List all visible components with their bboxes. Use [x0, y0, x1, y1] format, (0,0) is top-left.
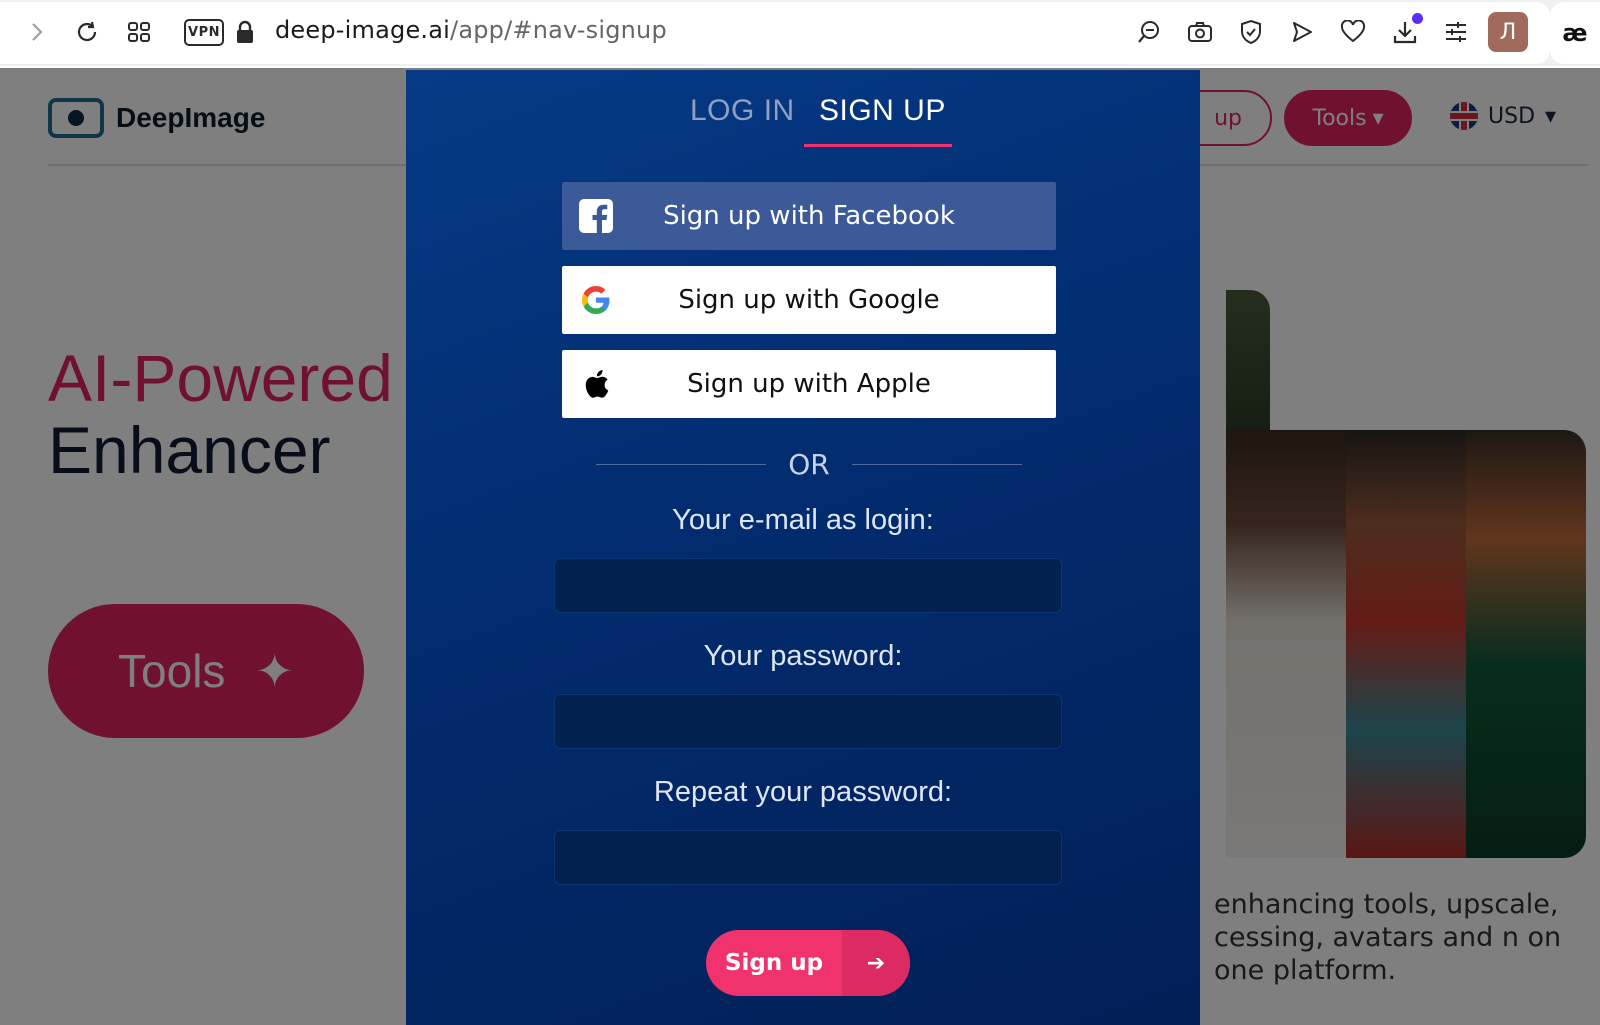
search-page-icon[interactable] — [1134, 17, 1164, 47]
google-icon — [578, 282, 614, 318]
reload-icon[interactable] — [72, 17, 102, 47]
shield-icon[interactable] — [1236, 17, 1266, 47]
forward-icon[interactable] — [22, 17, 52, 47]
url-host: deep-image.ai — [275, 16, 451, 44]
apple-signup-button[interactable]: Sign up with Apple — [562, 350, 1056, 418]
facebook-icon — [578, 198, 614, 234]
browser-toolbar: VPN deep-image.ai/app/#nav-signup Л æ — [0, 0, 1600, 66]
or-line-left — [596, 464, 767, 465]
email-label: Your e-mail as login: — [672, 504, 934, 536]
repeat-password-field[interactable] — [554, 830, 1062, 885]
download-badge-dot — [1412, 13, 1423, 24]
settings-sliders-icon[interactable] — [1441, 17, 1471, 47]
send-icon[interactable] — [1287, 17, 1317, 47]
auth-modal: LOG IN SIGN UP Sign up with Facebook Sig… — [406, 70, 1200, 1025]
extension-button[interactable]: æ — [1550, 2, 1600, 64]
or-text: OR — [788, 448, 830, 481]
google-signup-button[interactable]: Sign up with Google — [562, 266, 1056, 334]
password-field[interactable] — [554, 694, 1062, 749]
lock-icon[interactable] — [230, 17, 260, 47]
facebook-signup-label: Sign up with Facebook — [663, 201, 955, 231]
repeat-password-label: Repeat your password: — [653, 776, 953, 808]
apple-signup-label: Sign up with Apple — [687, 369, 931, 399]
or-divider: OR — [596, 448, 1022, 481]
camera-icon[interactable] — [1185, 17, 1215, 47]
tab-login[interactable]: LOG IN — [690, 94, 795, 128]
arrow-right-icon: ➔ — [842, 930, 910, 996]
password-label: Your password: — [703, 640, 903, 672]
signup-submit-label: Sign up — [724, 950, 824, 976]
google-signup-label: Sign up with Google — [678, 285, 940, 315]
apple-icon — [578, 366, 614, 402]
email-field[interactable] — [554, 558, 1062, 613]
facebook-signup-button[interactable]: Sign up with Facebook — [562, 182, 1056, 250]
heart-icon[interactable] — [1338, 17, 1368, 47]
signup-submit-button[interactable]: Sign up ➔ — [706, 930, 910, 996]
profile-avatar[interactable]: Л — [1488, 12, 1528, 52]
tabs-grid-icon[interactable] — [124, 17, 154, 47]
vpn-badge[interactable]: VPN — [184, 19, 224, 46]
or-line-right — [851, 464, 1022, 465]
tab-signup[interactable]: SIGN UP — [819, 94, 946, 128]
url-text[interactable]: deep-image.ai/app/#nav-signup — [275, 16, 667, 44]
active-tab-underline — [804, 144, 952, 147]
url-path: /app/#nav-signup — [450, 16, 667, 44]
